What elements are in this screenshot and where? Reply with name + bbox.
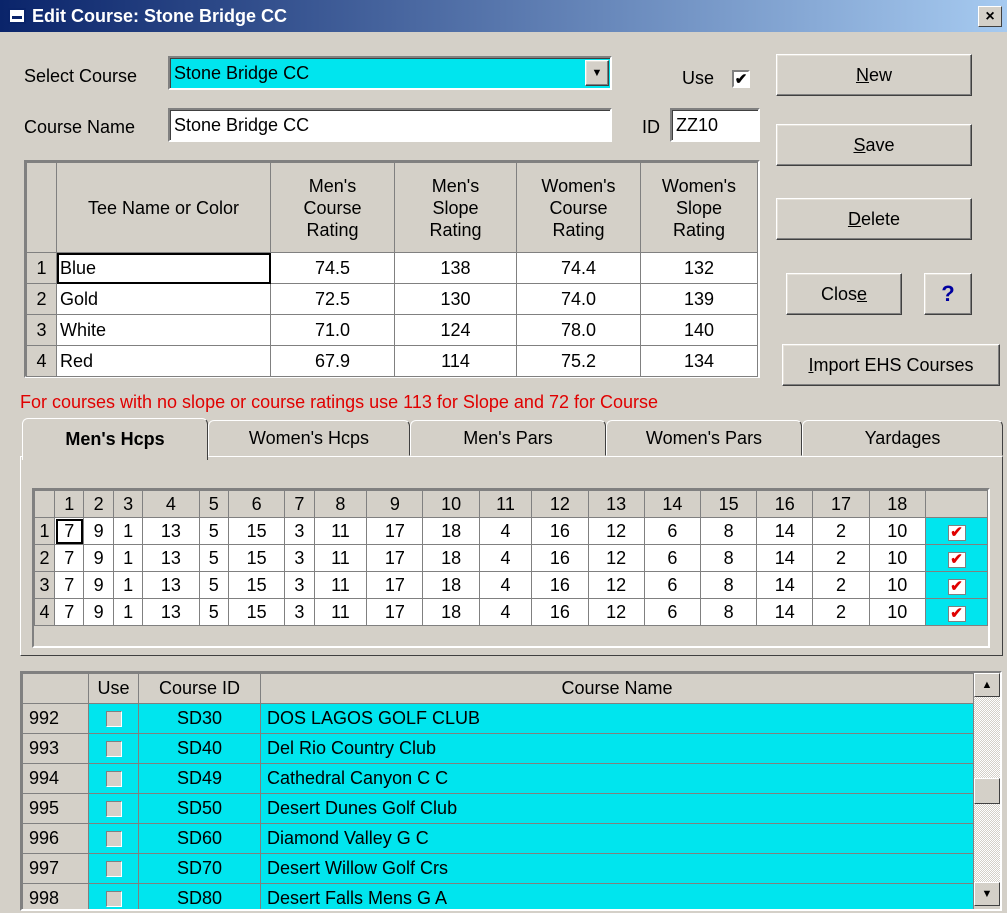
title-bar: Edit Course: Stone Bridge CC — [0, 0, 1007, 32]
hcps-grid-frame: 1 2 3 4 5 6 7 8 9 10 11 12 13 14 15 16 17 18 1 7 9 1 13 5 15 3 1… — [32, 488, 990, 648]
wcr-cell[interactable]: 75.2 — [516, 345, 641, 377]
course-list-row[interactable]: 994 SD49 Cathedral Canyon C C — [22, 763, 974, 794]
tab-womens-pars[interactable]: Women's Pars — [606, 420, 802, 456]
course-list-row[interactable]: 997 SD70 Desert Willow Golf Crs — [22, 853, 974, 884]
tee-row[interactable]: 3 White 71.0 124 78.0 140 — [26, 314, 758, 346]
new-button[interactable]: New — [776, 54, 972, 96]
wsr-cell[interactable]: 139 — [640, 283, 758, 315]
col-use[interactable]: Use — [88, 673, 139, 704]
help-button[interactable]: ? — [924, 273, 972, 315]
col-course-name[interactable]: Course Name — [260, 673, 974, 704]
wsr-cell[interactable]: 132 — [640, 252, 758, 284]
scroll-thumb[interactable] — [974, 778, 1000, 804]
mcr-cell[interactable]: 67.9 — [270, 345, 395, 377]
msr-cell[interactable]: 124 — [394, 314, 517, 346]
red-check-icon[interactable]: ✔ — [947, 551, 966, 568]
msr-cell[interactable]: 130 — [394, 283, 517, 315]
import-ehs-courses-button[interactable]: Import EHS Courses — [782, 344, 1000, 386]
tee-name-cell[interactable]: Blue — [56, 252, 271, 284]
msr-cell[interactable]: 114 — [394, 345, 517, 377]
use-checkbox[interactable]: ✔ — [732, 70, 750, 88]
wcr-cell[interactable]: 74.0 — [516, 283, 641, 315]
course-list-scrollbar[interactable]: ▲ ▼ — [974, 673, 1000, 906]
course-list-header: Use Course ID Course Name — [22, 673, 974, 704]
course-list-row[interactable]: 998 SD80 Desert Falls Mens G A — [22, 883, 974, 909]
wsr-cell[interactable]: 140 — [640, 314, 758, 346]
close-window-button[interactable]: × — [978, 6, 1002, 27]
tees-header-wsr: Women's Slope Rating — [640, 162, 758, 253]
id-value: ZZ10 — [676, 114, 719, 135]
use-row-checkbox[interactable] — [105, 831, 122, 848]
tees-header-mcr: Men's Course Rating — [270, 162, 395, 253]
wsr-cell[interactable]: 134 — [640, 345, 758, 377]
hcps-row[interactable]: 3 7 9 1 13 5 15 3 11 17 18 4 16 12 6 8 14 2 10 ✔ — [34, 571, 988, 599]
tab-yardages[interactable]: Yardages — [802, 420, 1003, 456]
course-list-row[interactable]: 995 SD50 Desert Dunes Golf Club — [22, 793, 974, 824]
select-course-dropdown[interactable]: Stone Bridge CC ▼ — [168, 56, 612, 90]
close-button[interactable]: Clos e — [786, 273, 902, 315]
course-list-row[interactable]: 992 SD30 DOS LAGOS GOLF CLUB — [22, 703, 974, 734]
hcps-header-row: 1 2 3 4 5 6 7 8 9 10 11 12 13 14 15 16 17 18 — [34, 490, 988, 518]
wcr-cell[interactable]: 74.4 — [516, 252, 641, 284]
checkmark-icon: ✔ — [734, 70, 748, 88]
use-row-checkbox[interactable] — [105, 891, 122, 908]
hcps-row[interactable]: 1 7 9 1 13 5 15 3 11 17 18 4 16 12 6 8 14 2 10 ✔ — [34, 517, 988, 545]
select-course-label: Select Course — [24, 66, 138, 86]
mcr-cell[interactable]: 72.5 — [270, 283, 395, 315]
msr-cell[interactable]: 138 — [394, 252, 517, 284]
course-name-field[interactable]: Stone Bridge CC — [168, 108, 612, 142]
course-list-row[interactable]: 993 SD40 Del Rio Country Club — [22, 733, 974, 764]
tee-name-cell[interactable]: Gold — [56, 283, 271, 315]
col-course-id[interactable]: Course ID — [138, 673, 261, 704]
wcr-cell[interactable]: 78.0 — [516, 314, 641, 346]
mcr-cell[interactable]: 74.5 — [270, 252, 395, 284]
tee-name-cell[interactable]: White — [56, 314, 271, 346]
tee-row[interactable]: 2 Gold 72.5 130 74.0 139 — [26, 283, 758, 315]
tees-header-msr: Men's Slope Rating — [394, 162, 517, 253]
course-list-table: Use Course ID Course Name 992 SD30 DOS LAG… — [22, 673, 974, 909]
select-course-value: Stone Bridge CC — [174, 62, 310, 83]
use-row-checkbox[interactable] — [105, 861, 122, 878]
use-row-checkbox[interactable] — [105, 771, 122, 788]
use-row-checkbox[interactable] — [105, 801, 122, 818]
tees-header-name: Tee Name or Color — [56, 162, 271, 253]
tees-table: Tee Name or Color Men's Course Rating Men'… — [26, 162, 758, 377]
course-list-row[interactable]: 996 SD60 Diamond Valley G C — [22, 823, 974, 854]
red-check-icon[interactable]: ✔ — [947, 578, 966, 595]
app-icon — [8, 8, 26, 24]
tees-header-wcr: Women's Course Rating — [516, 162, 641, 253]
tab-womens-hcps[interactable]: Women's Hcps — [208, 420, 410, 456]
save-button[interactable]: Save — [776, 124, 972, 166]
course-name-label: Course Name — [24, 117, 136, 137]
id-label: ID — [642, 117, 660, 137]
scroll-down-icon[interactable]: ▼ — [974, 882, 1000, 906]
tees-corner-cell — [26, 162, 57, 253]
tees-table-frame: Tee Name or Color Men's Course Rating Men'… — [24, 160, 760, 378]
hcps-row[interactable]: 4 7 9 1 13 5 15 3 11 17 18 4 16 12 6 8 14 2 10 ✔ — [34, 598, 988, 626]
hcps-row[interactable]: 2 7 9 1 13 5 15 3 11 17 18 4 16 12 6 8 14 2 10 ✔ — [34, 544, 988, 572]
use-label: Use — [682, 68, 715, 88]
course-list-frame: Use Course ID Course Name 992 SD30 DOS LAG… — [20, 671, 1002, 911]
hcps-grid: 1 2 3 4 5 6 7 8 9 10 11 12 13 14 15 16 17 18 1 7 9 1 13 5 15 3 1… — [34, 490, 988, 626]
mcr-cell[interactable]: 71.0 — [270, 314, 395, 346]
tee-row[interactable]: 4 Red 67.9 114 75.2 134 — [26, 345, 758, 377]
help-icon: ? — [941, 281, 955, 306]
close-icon: × — [985, 7, 995, 25]
tab-mens-pars[interactable]: Men's Pars — [410, 420, 606, 456]
tab-mens-hcps[interactable]: Men's Hcps — [22, 418, 208, 460]
window-title: Edit Course: Stone Bridge CC — [32, 5, 288, 26]
tee-name-cell[interactable]: Red — [56, 345, 271, 377]
course-name-value: Stone Bridge CC — [174, 114, 310, 135]
ratings-note: For courses with no slope or course rati… — [20, 392, 659, 412]
use-row-checkbox[interactable] — [105, 711, 122, 728]
scroll-up-icon[interactable]: ▲ — [974, 673, 1000, 697]
id-field[interactable]: ZZ10 — [670, 108, 760, 142]
dropdown-arrow-icon[interactable]: ▼ — [585, 60, 609, 86]
red-check-icon[interactable]: ✔ — [947, 605, 966, 622]
tee-row[interactable]: 1 Blue 74.5 138 74.4 132 — [26, 252, 758, 284]
use-row-checkbox[interactable] — [105, 741, 122, 758]
red-check-icon[interactable]: ✔ — [947, 524, 966, 541]
delete-button[interactable]: Delete — [776, 198, 972, 240]
